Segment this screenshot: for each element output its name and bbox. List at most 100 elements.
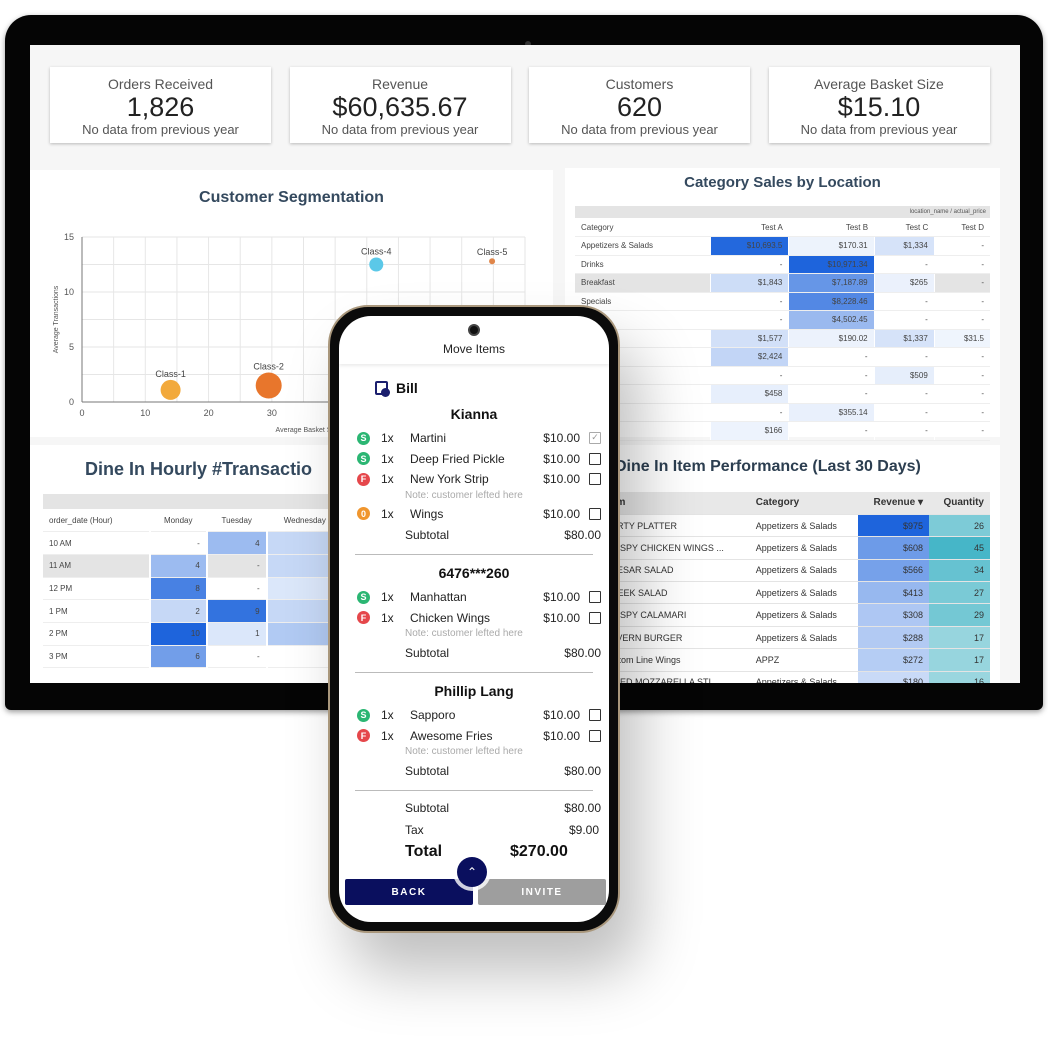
status-badge: F xyxy=(357,472,370,486)
table-cell: 29 xyxy=(929,603,990,627)
table-row: REEK SALAD Appetizers & Salads $413 27 xyxy=(605,581,990,605)
invite-button[interactable]: INVITE xyxy=(478,879,606,905)
hourly-transactions-panel: Dine In Hourly #Transactio order_date (H… xyxy=(30,445,343,683)
table-cell: $458 xyxy=(710,384,789,404)
bill-heading: Bill xyxy=(375,380,601,397)
table-cell: - xyxy=(933,366,990,385)
item-quantity: 1x xyxy=(381,506,394,521)
bill-item: F 1x New York Strip $10.00 xyxy=(347,469,601,490)
kpi-value: $60,635.67 xyxy=(332,92,468,122)
table-cell: - xyxy=(933,384,990,404)
table-cell: $1,577 xyxy=(710,329,789,348)
category-sales-table: Category Test A Test B Test C Test D Appetize… xyxy=(575,218,990,441)
table-cell: $272 xyxy=(857,648,929,672)
table-cell: AVERN BURGER xyxy=(605,626,750,650)
table-cell: 8 xyxy=(148,577,207,601)
back-button[interactable]: BACK xyxy=(345,879,473,905)
table-cell: - xyxy=(788,384,875,404)
table-cell: $566 xyxy=(857,559,929,583)
grand-subtotal-row: Subtotal $80.00 xyxy=(347,797,601,819)
subtotal-row: Subtotal $80.00 xyxy=(347,760,601,782)
item-checkbox[interactable] xyxy=(589,709,601,722)
table-cell: 16 xyxy=(929,671,990,683)
kpi-card: Revenue $60,635.67 No data from previous y… xyxy=(289,67,511,143)
y-tick-label: 0 xyxy=(69,397,74,407)
kpi-subtext: No data from previous year xyxy=(82,122,239,137)
item-checkbox[interactable] xyxy=(589,452,601,465)
row-label: 1 PM xyxy=(43,599,150,623)
y-tick-label: 10 xyxy=(64,287,74,297)
kpi-label: Revenue xyxy=(371,76,429,92)
item-note: Note: customer lefted here xyxy=(405,746,523,757)
scatter-point xyxy=(160,379,181,400)
y-tick-label: 15 xyxy=(64,232,74,242)
table-cell: 10 xyxy=(148,622,207,646)
subtotal-label: Subtotal xyxy=(405,646,450,660)
table-cell: AESAR SALAD xyxy=(605,559,750,583)
category-sales-title: Category Sales by Location xyxy=(684,174,881,191)
column-header[interactable]: Revenue ▾ xyxy=(857,492,929,515)
table-cell: $170.31 xyxy=(788,236,875,256)
status-badge: S xyxy=(357,708,370,722)
column-header: Test D xyxy=(934,218,990,237)
row-label: 2 PM xyxy=(43,622,150,646)
table-cell: - xyxy=(788,366,875,385)
table-row: Drinks - $10,971.34- - xyxy=(575,255,990,274)
table-cell: - xyxy=(873,347,935,367)
table-cell: 4 xyxy=(148,554,207,578)
item-performance-title: Dine In Item Performance (Last 30 Days) xyxy=(615,458,921,475)
item-performance-table: emCategoryRevenue ▾QuantityARTY PLATTERA… xyxy=(605,492,990,683)
table-row: Appetizers & Salads $10,693.5 $170.31 $1,33… xyxy=(575,236,990,256)
bill-item: 0 1x Wings $10.00 xyxy=(347,504,601,525)
total-label: Total xyxy=(405,843,443,860)
expand-up-button[interactable]: ⌃ xyxy=(457,857,487,887)
item-checkbox[interactable] xyxy=(589,591,601,604)
table-cell: Appetizers & Salads xyxy=(749,581,858,605)
table-cell: $1,843 xyxy=(710,273,789,293)
table-cell: $166 xyxy=(710,421,789,441)
pivot-label: location_name / actual_price xyxy=(575,206,990,218)
table-row: - $355.14- - xyxy=(575,403,990,422)
item-quantity: 1x xyxy=(381,472,394,487)
status-badge: S xyxy=(357,431,370,445)
bill-group: Kianna S 1x Martini $10.00 ✓ S 1x Deep Fried Pic… xyxy=(347,406,601,555)
item-quantity: 1x xyxy=(381,431,394,446)
bill-item: S 1x Sapporo $10.00 xyxy=(347,705,601,726)
item-name: New York Strip xyxy=(410,472,489,487)
table-cell: 2 xyxy=(148,599,207,623)
table-cell: $265 xyxy=(873,273,935,293)
table-cell: 4 xyxy=(205,531,267,555)
table-cell: - xyxy=(710,255,789,274)
item-quantity: 1x xyxy=(381,610,394,625)
table-cell: $31.5 xyxy=(933,329,990,348)
subtotal-row: Subtotal $80.00 xyxy=(347,642,601,664)
status-badge: S xyxy=(357,452,370,466)
table-cell: $10,693.5 xyxy=(710,236,789,256)
table-cell: - xyxy=(933,421,990,441)
item-checkbox[interactable] xyxy=(589,507,601,520)
phone-screen: Move Items Bill Kianna S 1x Martini $10.00 ✓ S… xyxy=(339,316,609,922)
item-checkbox[interactable]: ✓ xyxy=(589,432,601,445)
table-cell: $308 xyxy=(857,603,929,627)
row-label: Breakfast xyxy=(575,273,711,293)
column-header: em xyxy=(605,492,750,515)
table-row: Breakfast $1,843 $7,187.89 $265- xyxy=(575,273,990,293)
table-cell: Appetizers & Salads xyxy=(749,514,858,538)
column-header: Test A xyxy=(710,218,789,237)
phone-frame: Move Items Bill Kianna S 1x Martini $10.00 ✓ S… xyxy=(328,305,620,933)
column-header: Category xyxy=(575,218,711,237)
row-label: 12 PM xyxy=(43,577,150,601)
table-row: Specials - $8,228.46- - xyxy=(575,292,990,311)
point-label: Class-1 xyxy=(155,369,186,379)
table-cell: RIED MOZZARELLA STI... xyxy=(605,671,750,683)
divider xyxy=(355,672,593,673)
item-checkbox[interactable] xyxy=(589,729,601,742)
guest-name: Kianna xyxy=(450,406,498,422)
table-cell: $180 xyxy=(857,671,929,683)
item-checkbox[interactable] xyxy=(589,473,601,486)
item-checkbox[interactable] xyxy=(589,611,601,624)
table-header-row: emCategoryRevenue ▾Quantity xyxy=(605,492,990,515)
table-cell: $608 xyxy=(857,536,929,560)
bill-group: 6476***260 S 1x Manhattan $10.00 F 1x Chicken W… xyxy=(347,565,601,673)
table-cell: - xyxy=(933,292,990,311)
